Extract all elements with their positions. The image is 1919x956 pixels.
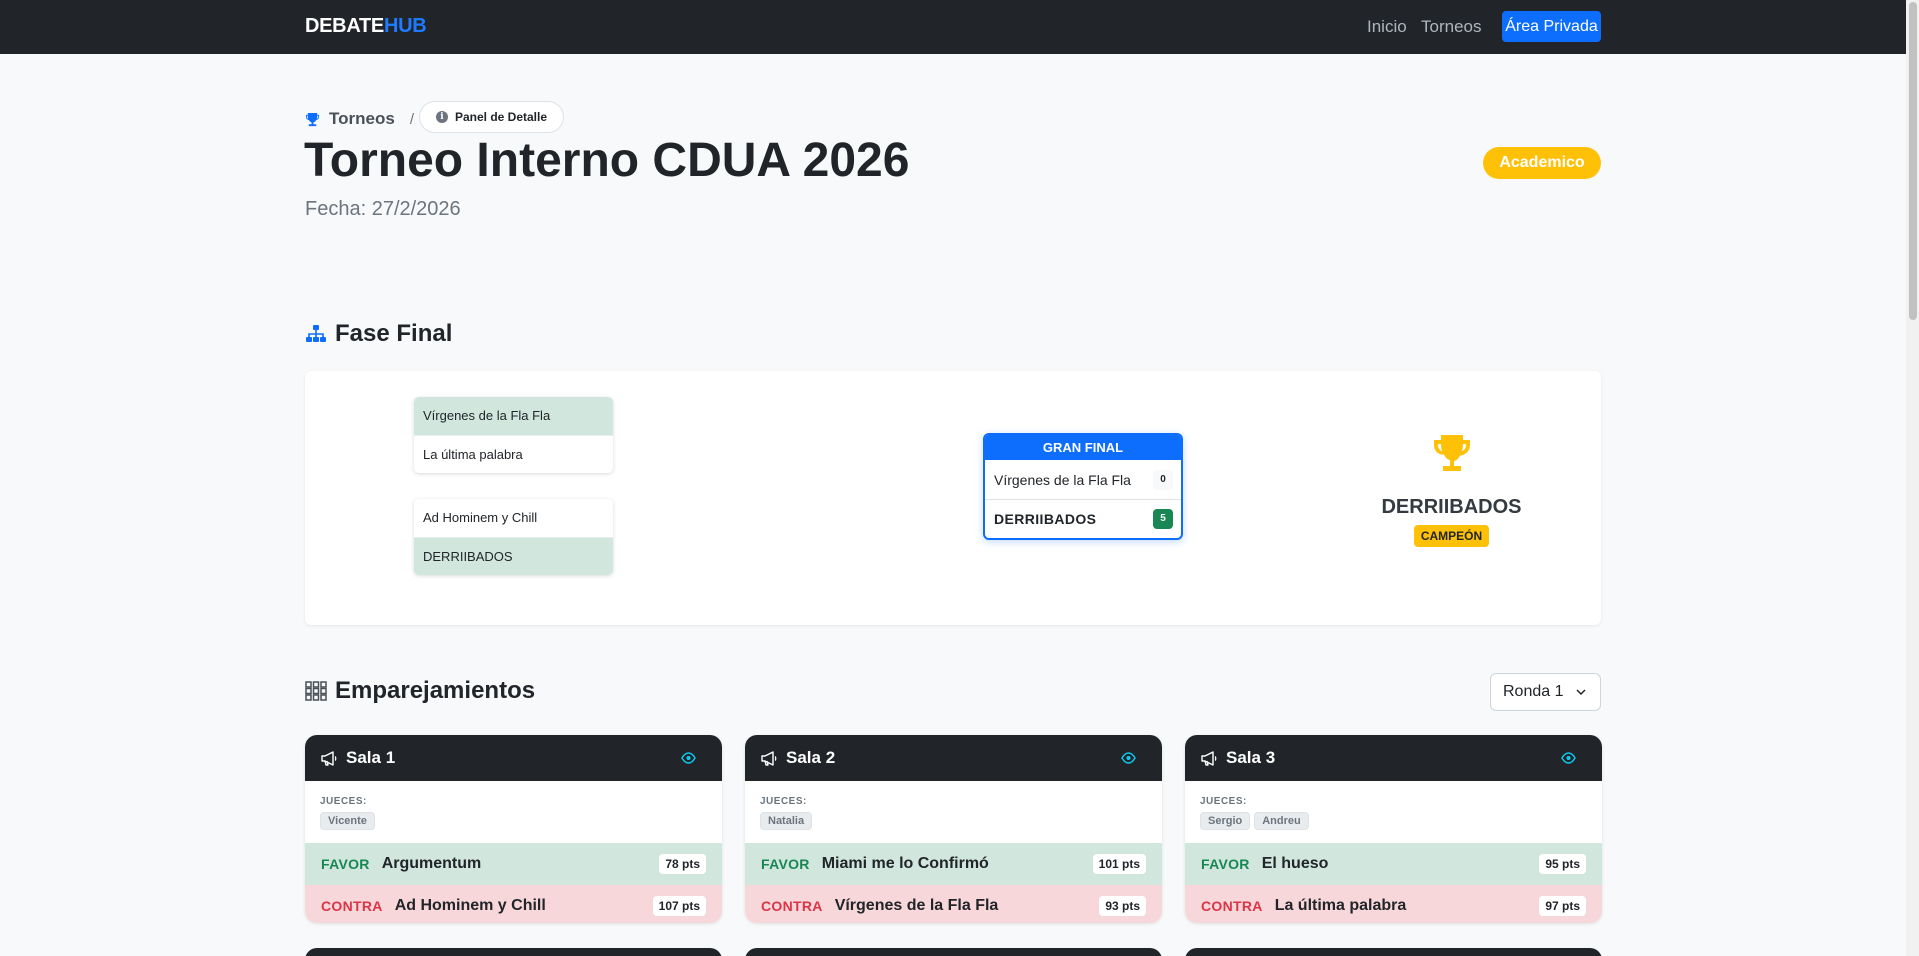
room-card-peek — [1185, 948, 1602, 956]
favor-row: FAVOR Argumentum 78 pts — [305, 843, 722, 885]
judge-chip: Sergio — [1200, 812, 1251, 830]
team-name: La última palabra — [1274, 897, 1407, 914]
trophy-icon — [305, 112, 320, 126]
favor-row: FAVOR Miami me lo Confirmó 101 pts — [745, 843, 1162, 885]
tournament-date: Fecha: 27/2/2026 — [305, 198, 461, 220]
brand-text-hub: HUB — [383, 15, 427, 37]
sitemap-icon — [306, 325, 326, 342]
grand-final-score: 0 — [1153, 469, 1173, 490]
eye-icon[interactable] — [1121, 752, 1136, 764]
nav-link-torneos[interactable]: Torneos — [1421, 17, 1481, 37]
room-card-3: Sala 3 JUECES: Sergio Andreu FAVOR El hu… — [1185, 735, 1602, 923]
grand-final-team-name: DERRIIBADOS — [994, 511, 1097, 527]
contra-row: CONTRA Vírgenes de la Fla Fla 93 pts — [745, 885, 1162, 923]
pairings-heading: Emparejamientos — [305, 677, 535, 705]
room-name: Sala 3 — [1226, 748, 1276, 767]
room-header: Sala 3 — [1185, 735, 1602, 781]
chevron-down-icon — [1576, 689, 1586, 696]
favor-label: FAVOR — [761, 856, 810, 872]
contra-label: CONTRA — [1201, 898, 1263, 914]
champion-block: DERRIIBADOS CAMPEÓN — [1355, 431, 1548, 547]
brand-logo[interactable]: DEBATEHUB — [305, 15, 427, 38]
eye-icon[interactable] — [681, 752, 696, 764]
breadcrumb: Torneos / — [305, 107, 427, 131]
top-navbar: DEBATEHUB Inicio Torneos Área Privada — [0, 0, 1906, 54]
trophy-icon — [1433, 435, 1470, 471]
judge-chip: Andreu — [1254, 812, 1309, 830]
info-icon: i — [435, 111, 448, 123]
megaphone-icon — [1201, 750, 1217, 766]
semifinal-team-row: La última palabra — [414, 435, 613, 473]
megaphone-icon — [761, 750, 777, 766]
room-header: Sala 1 — [305, 735, 722, 781]
semifinal-match-1[interactable]: Vírgenes de la Fla Fla La última palabra — [414, 397, 613, 473]
team-points: 78 pts — [659, 854, 706, 874]
judges-label: JUECES: — [760, 796, 807, 807]
judge-chip: Vicente — [320, 812, 375, 830]
room-name: Sala 2 — [786, 748, 836, 767]
judges-section: JUECES: Sergio Andreu — [1185, 781, 1602, 843]
room-card-peek — [305, 948, 722, 956]
page-scrollbar[interactable] — [1906, 0, 1919, 956]
semifinal-team-row: DERRIIBADOS — [414, 537, 613, 575]
favor-label: FAVOR — [321, 856, 370, 872]
favor-row: FAVOR El hueso 95 pts — [1185, 843, 1602, 885]
team-name: El hueso — [1261, 855, 1329, 872]
room-card-peek — [745, 948, 1162, 956]
category-badge: Academico — [1483, 147, 1601, 179]
bracket-panel: Vírgenes de la Fla Fla La última palabra… — [305, 371, 1601, 625]
grand-final-card[interactable]: GRAN FINAL Vírgenes de la Fla Fla 0 DERR… — [983, 433, 1183, 540]
judge-chip: Natalia — [760, 812, 813, 830]
team-points: 101 pts — [1092, 854, 1146, 874]
contra-label: CONTRA — [761, 898, 823, 914]
semifinal-team-row: Ad Hominem y Chill — [423, 510, 538, 525]
breadcrumb-current-pill: i Panel de Detalle — [419, 101, 564, 133]
room-header: Sala 2 — [745, 735, 1162, 781]
grand-final-team-name: Vírgenes de la Fla Fla — [994, 471, 1131, 488]
eye-icon[interactable] — [1561, 752, 1576, 764]
room-card-2: Sala 2 JUECES: Natalia FAVOR Miami me lo… — [745, 735, 1162, 923]
judges-label: JUECES: — [1200, 796, 1247, 807]
final-phase-heading: Fase Final — [305, 320, 452, 348]
contra-row: CONTRA Ad Hominem y Chill 107 pts — [305, 885, 722, 923]
judges-label: JUECES: — [320, 796, 367, 807]
round-select[interactable]: Ronda 1 — [1490, 673, 1601, 711]
team-points: 97 pts — [1539, 896, 1586, 916]
megaphone-icon — [321, 750, 337, 766]
team-name: Miami me lo Confirmó — [821, 855, 989, 872]
favor-label: FAVOR — [1201, 856, 1250, 872]
breadcrumb-separator: / — [409, 110, 414, 128]
team-name: Argumentum — [381, 855, 482, 872]
champion-name: DERRIIBADOS — [1381, 496, 1522, 518]
final-phase-title: Fase Final — [335, 320, 453, 347]
semifinal-team-row: Vírgenes de la Fla Fla — [414, 397, 613, 435]
page-title: Torneo Interno CDUA 2026 — [304, 134, 910, 187]
private-area-button[interactable]: Área Privada — [1502, 11, 1601, 42]
grand-final-score: 5 — [1153, 509, 1173, 529]
semifinal-match-2[interactable]: Ad Hominem y Chill DERRIIBADOS — [414, 499, 613, 575]
nav-link-inicio[interactable]: Inicio — [1367, 17, 1407, 37]
brand-text-debate: DEBATE — [305, 15, 384, 37]
grand-final-team-row: Vírgenes de la Fla Fla 0 — [985, 460, 1181, 499]
team-name: Ad Hominem y Chill — [394, 897, 546, 914]
team-points: 93 pts — [1099, 896, 1146, 916]
team-points: 95 pts — [1539, 854, 1586, 874]
grand-final-label: GRAN FINAL — [985, 435, 1181, 460]
contra-row: CONTRA La última palabra 97 pts — [1185, 885, 1602, 923]
contra-label: CONTRA — [321, 898, 383, 914]
pairings-title: Emparejamientos — [335, 677, 536, 704]
room-card-1: Sala 1 JUECES: Vicente FAVOR Argumentum … — [305, 735, 722, 923]
team-name: Vírgenes de la Fla Fla — [834, 897, 999, 914]
grid-icon — [305, 681, 327, 701]
round-select-value: Ronda 1 — [1503, 683, 1564, 700]
scrollbar-thumb[interactable] — [1909, 2, 1917, 320]
breadcrumb-torneos-link[interactable]: Torneos — [329, 109, 395, 129]
champion-badge: CAMPEÓN — [1413, 525, 1490, 547]
room-name: Sala 1 — [346, 748, 396, 767]
judges-section: JUECES: Natalia — [745, 781, 1162, 843]
grand-final-team-row: DERRIIBADOS 5 — [985, 499, 1181, 538]
breadcrumb-current-label: Panel de Detalle — [454, 110, 548, 124]
team-points: 107 pts — [652, 896, 706, 916]
judges-section: JUECES: Vicente — [305, 781, 722, 843]
